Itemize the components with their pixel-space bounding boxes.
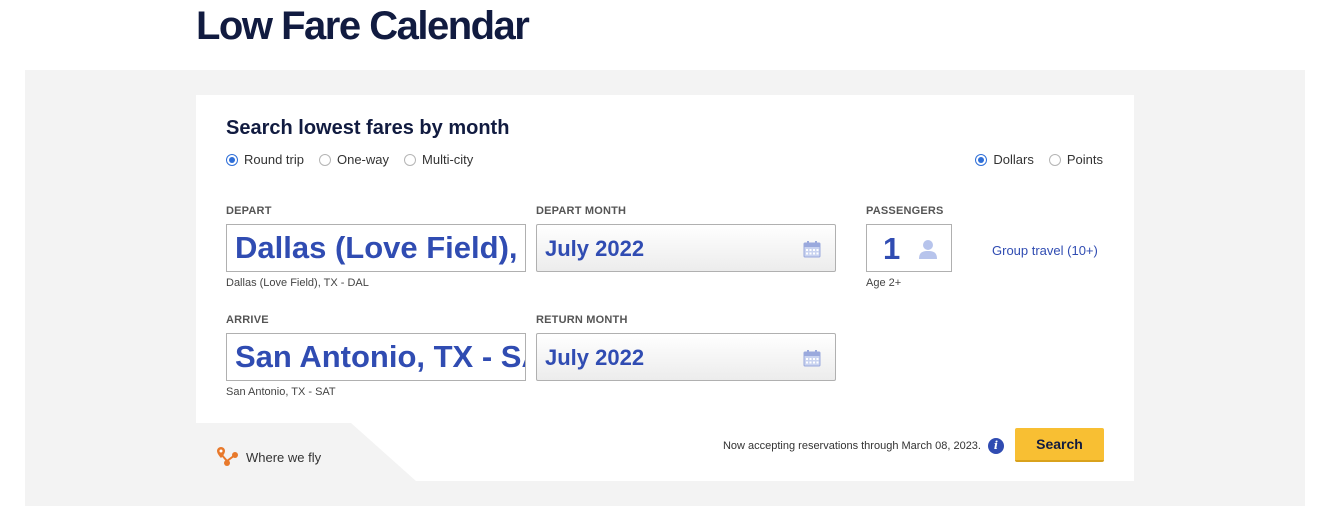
depart-label: DEPART: [226, 205, 272, 217]
currency-points[interactable]: Points: [1048, 152, 1103, 167]
calendar-icon[interactable]: [803, 349, 821, 367]
return-month-value: July 2022: [545, 345, 645, 370]
trip-type-group: Round trip One-way Multi-city: [226, 152, 473, 167]
radio-unchecked-icon[interactable]: [1048, 153, 1061, 166]
depart-month-label: DEPART MONTH: [536, 205, 627, 217]
trip-type-multi-city[interactable]: Multi-city: [404, 152, 473, 167]
depart-month-select[interactable]: July 2022: [536, 224, 836, 272]
radio-checked-icon[interactable]: [226, 153, 238, 166]
fare-search-form: Search lowest fares by month Round trip …: [196, 95, 1134, 481]
passengers-label: PASSENGERS: [866, 205, 944, 217]
radio-checked-icon[interactable]: [975, 153, 988, 166]
form-title: Search lowest fares by month: [226, 117, 510, 139]
route-map-icon: [217, 447, 238, 466]
currency-label: Points: [1066, 152, 1103, 167]
depart-helper: Dallas (Love Field), TX - DAL: [226, 277, 369, 289]
trip-type-label: Multi-city: [422, 152, 474, 167]
trip-type-label: Round trip: [244, 152, 304, 167]
info-icon[interactable]: i: [988, 438, 1004, 454]
currency-group: Dollars Points: [975, 152, 1103, 167]
calendar-icon[interactable]: [803, 240, 821, 258]
arrive-label: ARRIVE: [226, 314, 269, 326]
depart-input[interactable]: Dallas (Love Field), TX - DAL: [226, 224, 526, 272]
return-month-select[interactable]: July 2022: [536, 333, 836, 381]
currency-dollars[interactable]: Dollars: [975, 152, 1034, 167]
currency-label: Dollars: [993, 152, 1034, 167]
search-button[interactable]: Search: [1015, 428, 1104, 462]
reservation-notice: Now accepting reservations through March…: [722, 440, 981, 452]
radio-unchecked-icon[interactable]: [404, 153, 417, 166]
passenger-count: 1: [883, 231, 901, 266]
trip-type-round-trip[interactable]: Round trip: [226, 152, 304, 167]
return-month-label: RETURN MONTH: [536, 314, 628, 326]
page-title: Low Fare Calendar: [196, 4, 530, 48]
passengers-input[interactable]: 1: [866, 224, 952, 272]
trip-type-label: One-way: [336, 152, 390, 167]
passengers-helper: Age 2+: [866, 277, 902, 289]
arrive-input[interactable]: San Antonio, TX - SAT: [226, 333, 526, 381]
group-travel-link[interactable]: Group travel (10+): [992, 243, 1098, 258]
radio-unchecked-icon[interactable]: [318, 153, 331, 166]
where-we-fly-label: Where we fly: [246, 449, 322, 465]
where-we-fly-link[interactable]: Where we fly: [216, 445, 321, 469]
person-icon: [919, 240, 937, 259]
depart-month-value: July 2022: [545, 236, 645, 261]
arrive-helper: San Antonio, TX - SAT: [226, 386, 336, 398]
trip-type-one-way[interactable]: One-way: [318, 152, 390, 167]
